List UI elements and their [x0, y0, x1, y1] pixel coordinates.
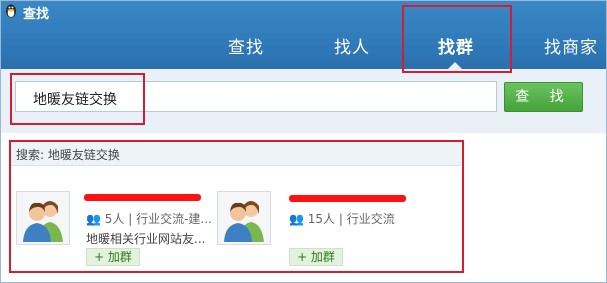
qq-penguin-icon	[6, 4, 16, 18]
window-title: 查找	[23, 7, 50, 22]
highlight-box-tab	[402, 5, 512, 73]
highlight-box-results	[9, 140, 464, 273]
highlight-box-input	[10, 73, 145, 125]
tab-find-business[interactable]: 找商家	[544, 33, 598, 58]
search-button[interactable]: 查 找	[504, 82, 583, 112]
tab-search[interactable]: 查找	[228, 33, 264, 58]
title-bar: 查找	[0, 0, 607, 24]
tab-find-people[interactable]: 找人	[334, 33, 370, 58]
